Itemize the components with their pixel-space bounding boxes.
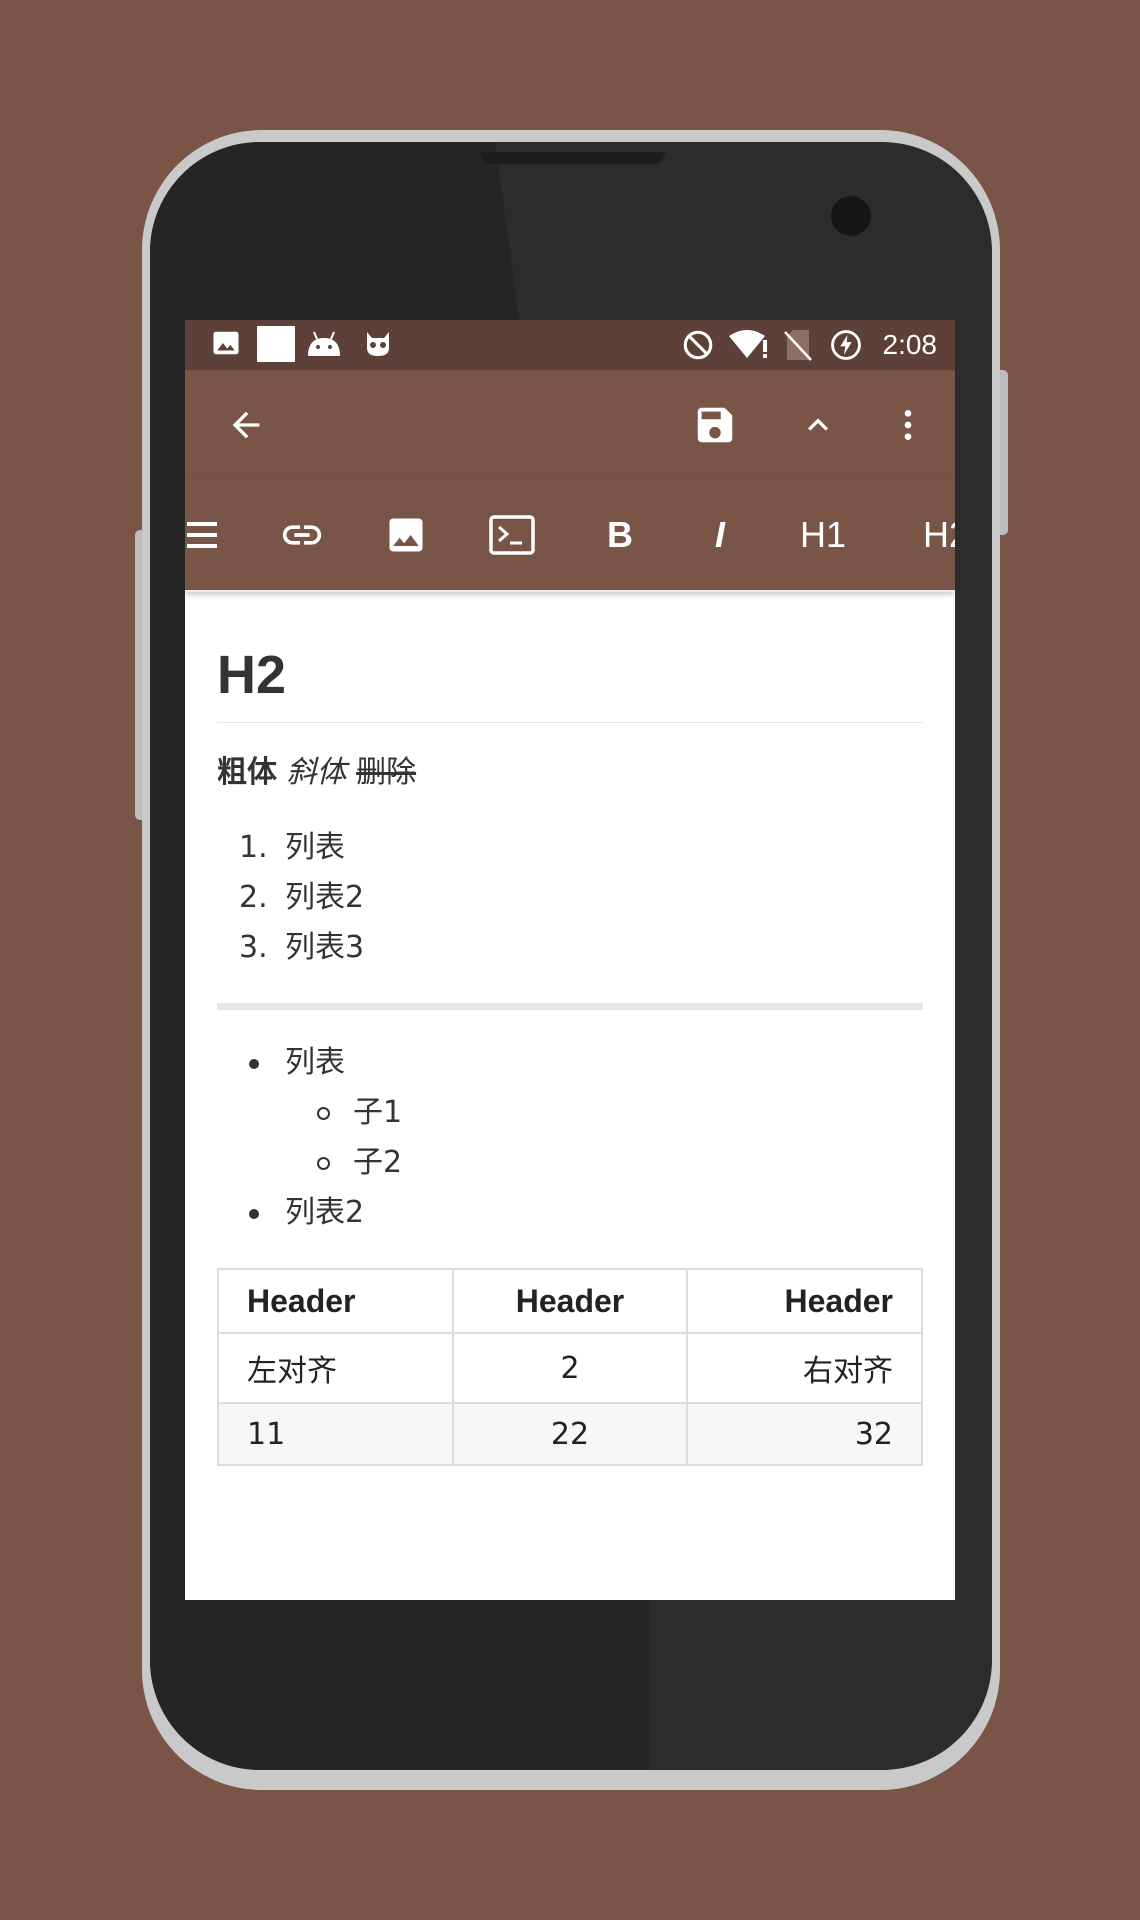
status-bar: 2:08 (185, 320, 955, 370)
more-vert-icon (888, 405, 928, 445)
do-not-disturb-icon (681, 328, 715, 362)
circle-bullet-icon (317, 1107, 330, 1120)
cat-bot-icon (363, 328, 393, 360)
list-item: 列表2 (217, 1188, 923, 1238)
bullet-icon (249, 1059, 259, 1069)
image-icon (384, 513, 428, 557)
h2-button[interactable]: H2 (923, 510, 955, 560)
list-item-text: 子1 (353, 1095, 403, 1130)
h1-button[interactable]: H1 (793, 510, 853, 560)
android-icon (305, 328, 343, 360)
h2-label: H2 (923, 514, 955, 555)
sub-list-item: 子1 (217, 1088, 923, 1138)
table-header-row: Header Header Header (217, 1268, 923, 1334)
bullet-icon (249, 1209, 259, 1219)
italic-label: I (714, 514, 725, 555)
list-item-text: 列表2 (285, 880, 365, 915)
toolbar-divider (185, 590, 955, 592)
table-cell: 11 (217, 1402, 454, 1466)
strikethrough-text: 删除 (356, 755, 417, 790)
sub-list-item: 子2 (217, 1138, 923, 1188)
markdown-preview: H2 粗体 斜体 删除 1. 列表 2. 列表2 3. 列表3 列表 子1 子2… (217, 640, 923, 1466)
table-header-cell: Header (217, 1268, 454, 1334)
format-toolbar: B I H1 H2 (185, 480, 955, 590)
list-item: 2. 列表2 (217, 873, 923, 923)
wifi-alert-icon (727, 328, 771, 362)
markdown-table: Header Header Header 左对齐 2 右对齐 11 22 32 (217, 1268, 923, 1466)
list-button[interactable] (185, 510, 219, 560)
back-button[interactable] (219, 398, 273, 452)
italic-button[interactable]: I (695, 510, 745, 560)
blank-square-icon (257, 326, 295, 362)
list-number: 1. (239, 830, 268, 865)
list-number: 2. (239, 880, 268, 915)
code-icon (489, 515, 535, 555)
arrow-back-icon (226, 405, 266, 445)
list-item: 列表 (217, 1038, 923, 1088)
app-bar (185, 370, 955, 480)
h1-label: H1 (799, 514, 847, 555)
bold-button[interactable]: B (595, 510, 645, 560)
table-cell: 左对齐 (217, 1332, 454, 1404)
circle-bullet-icon (317, 1157, 330, 1170)
table-cell: 32 (686, 1402, 923, 1466)
save-button[interactable] (688, 398, 742, 452)
heading-h2: H2 (217, 640, 923, 723)
table-cell: 右对齐 (686, 1332, 923, 1404)
list-item-text: 列表3 (285, 930, 365, 965)
save-icon (692, 402, 738, 448)
list-item: 1. 列表 (217, 823, 923, 873)
list-item-text: 列表2 (285, 1195, 365, 1230)
list-item: 3. 列表3 (217, 923, 923, 973)
link-button[interactable] (277, 510, 327, 560)
list-item-text: 列表 (285, 830, 345, 865)
collapse-button[interactable] (791, 398, 845, 452)
earpiece-speaker (480, 152, 665, 164)
table-header-cell: Header (451, 1268, 689, 1334)
table-cell: 2 (451, 1332, 689, 1404)
table-row: 11 22 32 (217, 1402, 923, 1466)
code-button[interactable] (487, 510, 537, 560)
link-icon (279, 512, 325, 558)
no-sim-icon (783, 328, 813, 362)
image-icon (211, 328, 241, 358)
table-cell: 22 (451, 1402, 689, 1466)
unordered-list: 列表 子1 子2 列表2 (217, 1038, 923, 1238)
insert-image-button[interactable] (381, 510, 431, 560)
ordered-list: 1. 列表 2. 列表2 3. 列表3 (217, 823, 923, 973)
bold-label: B (607, 514, 633, 555)
table-row: 左对齐 2 右对齐 (217, 1332, 923, 1404)
inline-format-line: 粗体 斜体 删除 (217, 753, 923, 793)
chevron-up-icon (798, 405, 838, 445)
list-icon (185, 519, 219, 551)
clock: 2:08 (882, 329, 938, 360)
horizontal-rule (217, 1003, 923, 1010)
italic-text: 斜体 (286, 755, 347, 790)
list-number: 3. (239, 930, 268, 965)
screen: 2:08 B I H1 H H2 粗体 斜体 删除 1. 列表 2. 列表2 3… (185, 320, 955, 1600)
list-item-text: 列表 (285, 1045, 345, 1080)
table-header-cell: Header (686, 1268, 923, 1334)
list-item-text: 子2 (353, 1145, 403, 1180)
front-camera (831, 196, 871, 236)
bold-text: 粗体 (217, 755, 277, 790)
battery-charging-icon (829, 328, 863, 362)
more-options-button[interactable] (881, 398, 935, 452)
